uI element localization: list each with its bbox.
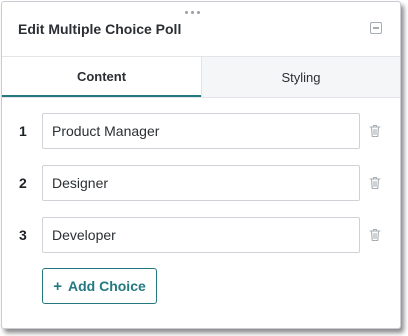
choice-row: 1 bbox=[2, 113, 400, 149]
choice-row: 2 bbox=[2, 165, 400, 201]
choice-input[interactable] bbox=[42, 217, 360, 253]
panel-header: Edit Multiple Choice Poll bbox=[2, 2, 400, 57]
plus-icon: + bbox=[53, 277, 62, 295]
choice-number: 1 bbox=[19, 123, 27, 139]
trash-icon[interactable] bbox=[369, 176, 381, 190]
add-choice-button[interactable]: + Add Choice bbox=[42, 268, 157, 304]
choice-row: 3 bbox=[2, 217, 400, 253]
tab-content[interactable]: Content bbox=[2, 57, 201, 97]
collapse-icon[interactable] bbox=[370, 22, 382, 34]
trash-icon[interactable] bbox=[369, 124, 381, 138]
tab-styling[interactable]: Styling bbox=[201, 57, 400, 97]
edit-poll-panel: Edit Multiple Choice Poll Content Stylin… bbox=[1, 1, 401, 329]
choice-number: 3 bbox=[19, 227, 27, 243]
add-choice-label: Add Choice bbox=[67, 278, 146, 294]
choice-input[interactable] bbox=[42, 165, 360, 201]
choice-input[interactable] bbox=[42, 113, 360, 149]
trash-icon[interactable] bbox=[369, 228, 381, 242]
tab-bar: Content Styling bbox=[2, 57, 400, 98]
panel-title: Edit Multiple Choice Poll bbox=[18, 21, 182, 37]
choice-number: 2 bbox=[19, 175, 27, 191]
